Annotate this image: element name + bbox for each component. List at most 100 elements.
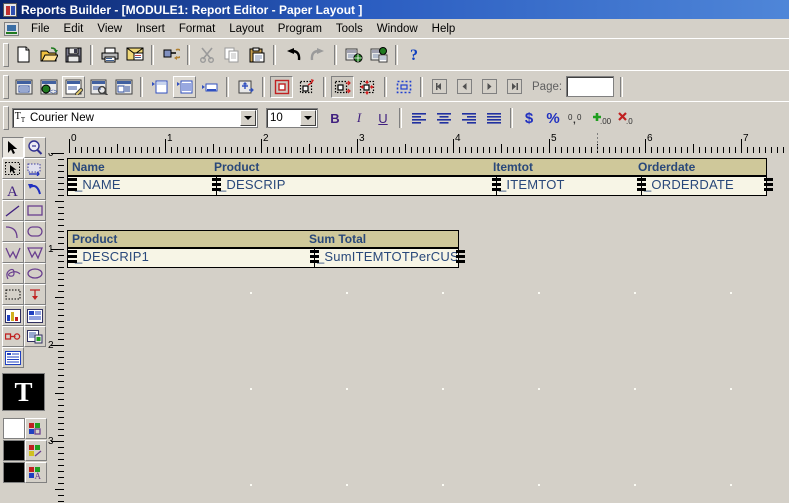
insert-field-icon[interactable] <box>198 76 221 98</box>
frame-tool-icon[interactable] <box>2 284 24 305</box>
font-name-combo[interactable]: TT Courier New <box>12 108 258 128</box>
selection-handle[interactable] <box>456 250 465 263</box>
menu-item-file[interactable]: File <box>24 21 57 37</box>
ellipse-tool-icon[interactable] <box>24 263 46 284</box>
add-decimal-icon[interactable]: .00 <box>591 107 614 129</box>
insert-repeating-frame-icon[interactable] <box>173 75 196 98</box>
menu-item-edit[interactable]: Edit <box>57 21 91 37</box>
rounded-rectangle-tool-icon[interactable] <box>24 221 46 242</box>
first-page-icon[interactable] <box>428 76 451 98</box>
selection-handle[interactable] <box>68 178 77 191</box>
previous-page-icon[interactable] <box>453 76 476 98</box>
fill-color-swatch[interactable] <box>3 418 25 439</box>
polyline-tool-icon[interactable] <box>2 242 24 263</box>
print-icon[interactable] <box>98 44 121 66</box>
paper-design-icon[interactable] <box>87 76 110 98</box>
web-source-icon[interactable] <box>342 44 365 66</box>
vertical-ruler[interactable]: 0123 <box>47 153 65 503</box>
font-size-combo[interactable]: 10 <box>266 108 318 128</box>
field-itemtot[interactable]: _ITEMTOT <box>499 177 565 192</box>
column-header-orderdate[interactable]: Orderdate <box>638 160 695 174</box>
arc-tool-icon[interactable] <box>2 221 24 242</box>
rectangle-tool-icon[interactable] <box>24 200 46 221</box>
paper-layout-canvas[interactable]: Name Product Itemtot Orderdate _NAME _DE… <box>64 153 789 503</box>
line-tool-icon[interactable] <box>2 200 24 221</box>
menu-item-format[interactable]: Format <box>172 21 222 37</box>
flex-on-icon[interactable] <box>331 75 354 98</box>
field-descrip[interactable]: _DESCRIP <box>219 177 286 192</box>
align-center-icon[interactable] <box>432 107 455 129</box>
toolbar-grip[interactable] <box>3 74 9 99</box>
last-page-icon[interactable] <box>503 76 526 98</box>
polygon-tool-icon[interactable] <box>24 242 46 263</box>
link-file-tool-icon[interactable] <box>2 326 24 347</box>
paper-layout-icon[interactable] <box>62 75 85 98</box>
text-color-swatch[interactable] <box>3 462 25 483</box>
line-color-swatch[interactable] <box>3 440 25 461</box>
text-tool-icon[interactable]: A <box>2 179 24 200</box>
underline-button[interactable]: U <box>371 107 395 129</box>
menu-item-program[interactable]: Program <box>271 21 329 37</box>
menu-item-help[interactable]: Help <box>425 21 463 37</box>
field-sum-itemtot-per-customer[interactable]: _SumITEMTOTPerCUS <box>317 249 457 264</box>
field-name[interactable]: _NAME <box>75 177 121 192</box>
select-all-frames-icon[interactable] <box>392 76 415 98</box>
matrix-tool-icon[interactable] <box>2 347 24 368</box>
group2-header-band[interactable] <box>67 230 459 248</box>
line-palette-icon[interactable] <box>25 440 47 461</box>
selection-handle[interactable] <box>764 178 773 191</box>
select-parent-frame-icon[interactable] <box>234 76 257 98</box>
font-size-dropdown-arrow[interactable] <box>300 110 316 126</box>
column-header-product[interactable]: Product <box>214 160 259 174</box>
field-orderdate[interactable]: _ORDERDATE <box>644 177 734 192</box>
menu-item-view[interactable]: View <box>90 21 129 37</box>
percent-format-button[interactable]: % <box>541 107 565 129</box>
remove-decimal-icon[interactable]: .0 <box>616 107 639 129</box>
selection-handle[interactable] <box>68 250 77 263</box>
paste-icon[interactable] <box>245 44 268 66</box>
next-page-icon[interactable] <box>478 76 501 98</box>
fill-palette-icon[interactable] <box>25 418 47 439</box>
align-justify-icon[interactable] <box>482 107 505 129</box>
toolbar-grip[interactable] <box>3 106 9 130</box>
group2-header-product[interactable]: Product <box>72 232 117 246</box>
anchor-tool-icon[interactable] <box>24 284 46 305</box>
column-header-itemtot[interactable]: Itemtot <box>493 160 533 174</box>
page-input[interactable] <box>566 76 615 97</box>
web-source-view-icon[interactable]: <> <box>37 76 60 98</box>
text-style-tool-icon[interactable]: T <box>2 373 45 411</box>
comma-format-icon[interactable]: 0 , 0 <box>566 107 589 129</box>
save-icon[interactable] <box>62 44 85 66</box>
insert-page-break-icon[interactable] <box>148 76 171 98</box>
web-preview-icon[interactable] <box>367 44 390 66</box>
help-icon[interactable]: ? <box>403 44 426 66</box>
ole-object-tool-icon[interactable] <box>24 305 46 326</box>
text-palette-icon[interactable]: A <box>25 462 47 483</box>
rotate-select-tool-icon[interactable] <box>2 158 24 179</box>
menu-item-window[interactable]: Window <box>370 21 425 37</box>
button-tool-icon[interactable] <box>24 326 46 347</box>
italic-button[interactable]: I <box>347 107 371 129</box>
align-left-icon[interactable] <box>407 107 430 129</box>
horizontal-ruler[interactable]: 01234567 <box>47 133 789 154</box>
undo-icon[interactable] <box>281 44 304 66</box>
confine-off-icon[interactable] <box>295 76 318 98</box>
data-model-icon[interactable] <box>12 76 35 98</box>
menu-item-tools[interactable]: Tools <box>329 21 370 37</box>
freehand-tool-icon[interactable] <box>2 263 24 284</box>
confine-on-icon[interactable] <box>270 75 293 98</box>
rotate-tool-icon[interactable] <box>24 179 46 200</box>
mail-icon[interactable] <box>123 44 146 66</box>
bold-button[interactable]: B <box>323 107 347 129</box>
menu-item-layout[interactable]: Layout <box>222 21 271 37</box>
magnify-tool-icon[interactable] <box>24 137 46 158</box>
reshape-tool-icon[interactable] <box>24 158 46 179</box>
select-tool-icon[interactable] <box>2 137 24 158</box>
run-paper-layout-icon[interactable] <box>159 44 182 66</box>
mdi-document-icon[interactable] <box>4 21 19 36</box>
new-icon[interactable] <box>12 44 35 66</box>
toolbar-grip[interactable] <box>3 42 9 67</box>
align-right-icon[interactable] <box>457 107 480 129</box>
flex-off-icon[interactable] <box>356 76 379 98</box>
field-descrip1[interactable]: _DESCRIP1 <box>75 249 149 264</box>
